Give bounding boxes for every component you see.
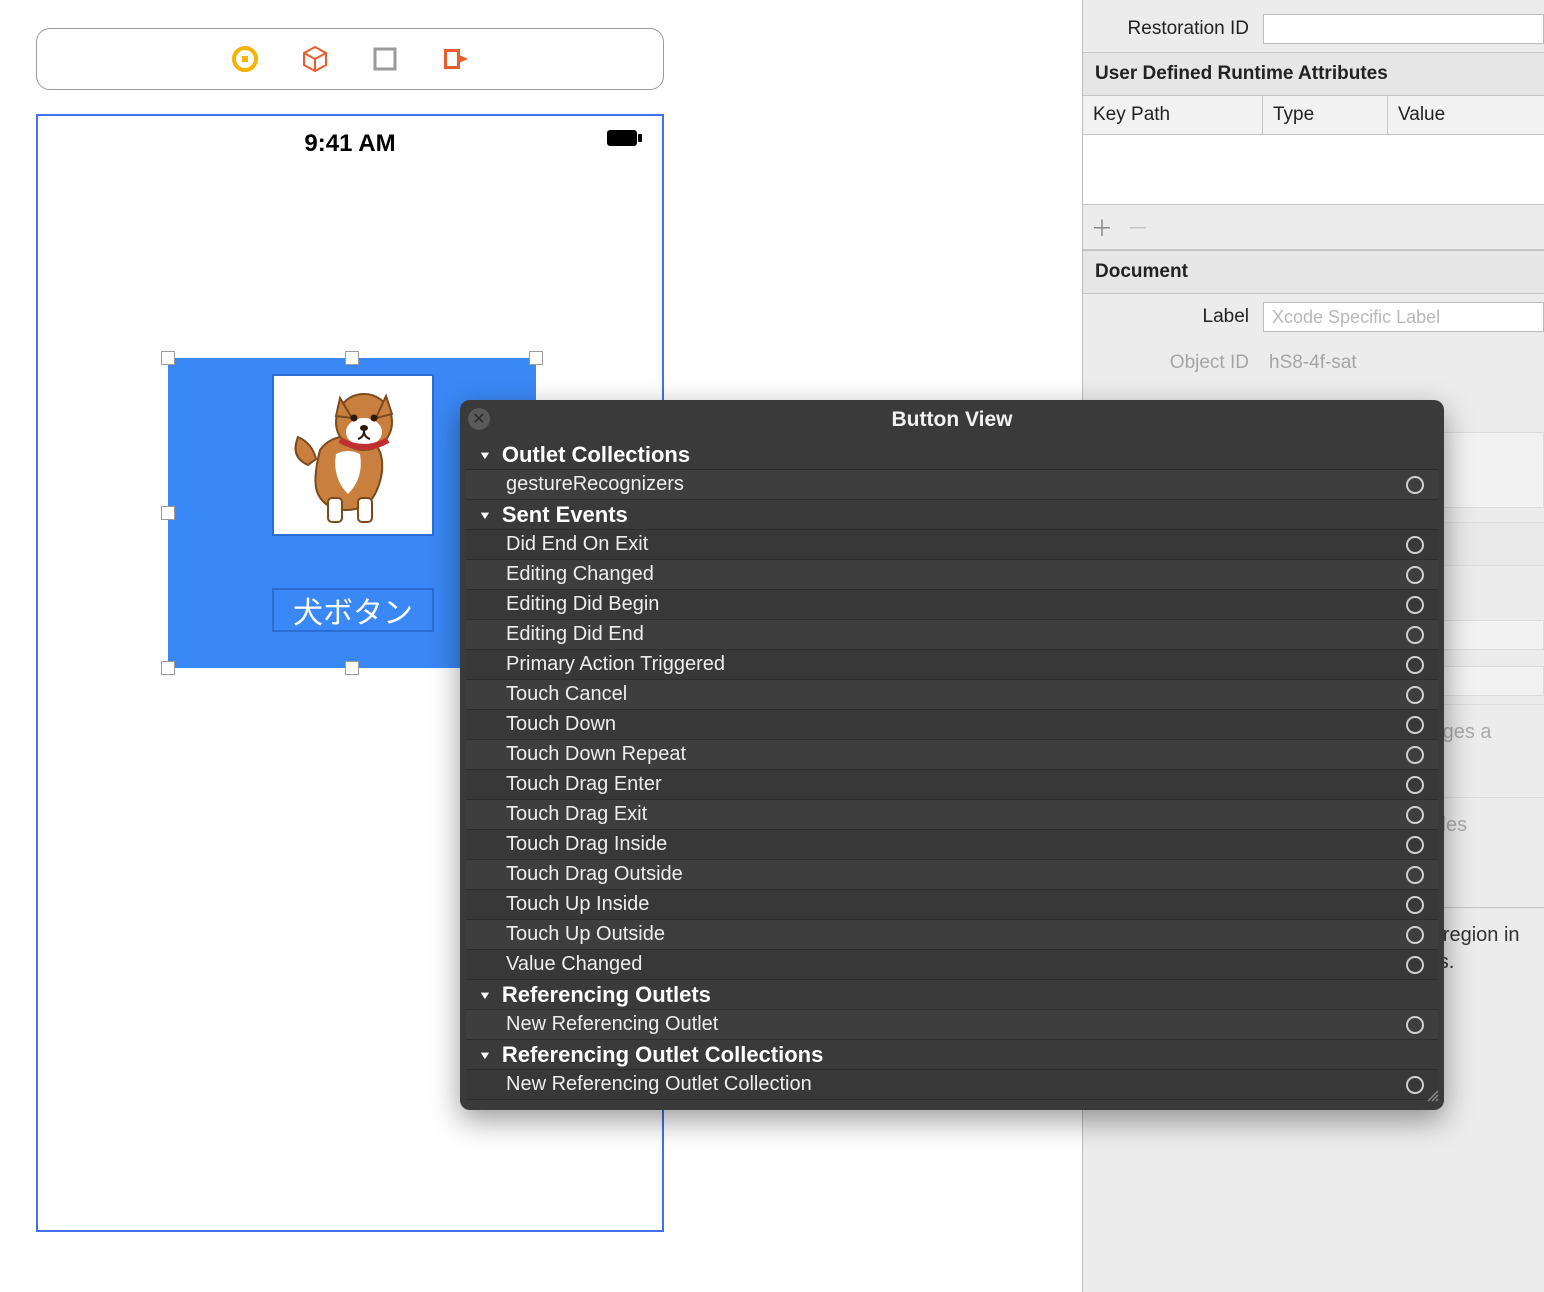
popup-event-label: Value Changed [506,953,642,976]
popup-title: Button View [460,408,1444,432]
popup-event-row[interactable]: Touch Drag Enter [466,770,1438,800]
popup-event-row[interactable]: Touch Drag Outside [466,860,1438,890]
first-responder-icon[interactable] [231,45,259,73]
popup-event-row[interactable]: New Referencing Outlet [466,1010,1438,1040]
popup-event-row[interactable]: Touch Cancel [466,680,1438,710]
restoration-id-input[interactable] [1263,14,1544,44]
popup-event-row[interactable]: Touch Drag Exit [466,800,1438,830]
popup-event-row[interactable]: Touch Up Outside [466,920,1438,950]
popup-section-header[interactable]: ▼ Referencing Outlet Collections [466,1040,1438,1070]
button-image [272,374,434,536]
popup-resize-grip[interactable] [1426,1089,1440,1106]
status-bar: 9:41 AM [38,130,662,158]
popup-event-row[interactable]: Editing Changed [466,560,1438,590]
disclosure-triangle-icon[interactable]: ▼ [478,1048,492,1061]
document-section-title: Document [1083,250,1544,294]
udra-col-type[interactable]: Type [1263,96,1388,134]
popup-section-header[interactable]: ▼ Sent Events [466,500,1438,530]
exit-segue-icon[interactable] [441,45,469,73]
doc-label-input[interactable] [1263,302,1544,332]
battery-icon [606,128,644,153]
popup-event-label: Touch Up Outside [506,923,665,946]
connection-socket-icon[interactable] [1406,776,1424,794]
popup-event-label: Editing Did End [506,623,644,646]
disclosure-triangle-icon[interactable]: ▼ [478,448,492,461]
dog-icon [278,380,428,530]
udra-buttons: ＋ － [1083,205,1544,250]
doc-label-label: Label [1083,306,1263,328]
popup-event-label: Touch Up Inside [506,893,649,916]
connection-socket-icon[interactable] [1406,866,1424,884]
popup-event-row[interactable]: Did End On Exit [466,530,1438,560]
popup-event-row[interactable]: Touch Drag Inside [466,830,1438,860]
disclosure-triangle-icon[interactable]: ▼ [478,508,492,521]
popup-event-row[interactable]: Primary Action Triggered [466,650,1438,680]
popup-section-header[interactable]: ▼ Outlet Collections [466,440,1438,470]
popup-event-label: New Referencing Outlet Collection [506,1073,812,1096]
connection-socket-icon[interactable] [1406,536,1424,554]
connection-socket-icon[interactable] [1406,896,1424,914]
connection-socket-icon[interactable] [1406,926,1424,944]
connection-socket-icon[interactable] [1406,956,1424,974]
popup-section-title: Sent Events [502,502,628,528]
exit-icon-cube[interactable] [301,45,329,73]
udra-col-value[interactable]: Value [1388,96,1544,134]
popup-event-label: Touch Down Repeat [506,743,686,766]
udra-section-title: User Defined Runtime Attributes [1083,52,1544,96]
udra-remove-button[interactable]: － [1127,216,1149,241]
disclosure-triangle-icon[interactable]: ▼ [478,988,492,1001]
connections-popup[interactable]: ✕ Button View ▼Outlet Collectionsgesture… [460,400,1444,1110]
connection-socket-icon[interactable] [1406,836,1424,854]
popup-event-row[interactable]: Editing Did End [466,620,1438,650]
popup-event-label: Primary Action Triggered [506,653,725,676]
popup-event-label: Touch Drag Inside [506,833,667,856]
view-icon[interactable] [371,45,399,73]
popup-event-label: Did End On Exit [506,533,648,556]
udra-table-body[interactable] [1083,135,1544,205]
connection-socket-icon[interactable] [1406,1016,1424,1034]
popup-event-label: Touch Cancel [506,683,627,706]
popup-event-row[interactable]: Touch Up Inside [466,890,1438,920]
object-id-label: Object ID [1083,352,1263,374]
connection-socket-icon[interactable] [1406,806,1424,824]
restoration-id-label: Restoration ID [1083,18,1263,40]
udra-columns: Key Path Type Value [1083,96,1544,135]
popup-section-title: Outlet Collections [502,442,690,468]
object-id-value: hS8-4f-sat [1263,352,1544,374]
popup-event-row[interactable]: Touch Down [466,710,1438,740]
popup-event-row[interactable]: gestureRecognizers [466,470,1438,500]
popup-event-label: Touch Down [506,713,616,736]
popup-event-label: Editing Changed [506,563,654,586]
popup-event-row[interactable]: Value Changed [466,950,1438,980]
connection-socket-icon[interactable] [1406,476,1424,494]
popup-list: ▼ Outlet Collections gestureRecognizers ▼ Se… [466,440,1438,1100]
connection-socket-icon[interactable] [1406,596,1424,614]
popup-event-row[interactable]: New Referencing Outlet Collection [466,1070,1438,1100]
connection-socket-icon[interactable] [1406,746,1424,764]
connection-socket-icon[interactable] [1406,686,1424,704]
popup-section-title: Referencing Outlets [502,982,711,1008]
status-time: 9:41 AM [304,130,395,158]
popup-event-label: Touch Drag Outside [506,863,683,886]
popup-event-label: Touch Drag Enter [506,773,662,796]
popup-section-title: Referencing Outlet Collections [502,1042,824,1068]
popup-event-row[interactable]: Touch Down Repeat [466,740,1438,770]
popup-event-row[interactable]: Editing Did Begin [466,590,1438,620]
connection-socket-icon[interactable] [1406,1076,1424,1094]
connection-socket-icon[interactable] [1406,626,1424,644]
popup-event-label: Editing Did Begin [506,593,659,616]
connection-socket-icon[interactable] [1406,566,1424,584]
popup-event-label: gestureRecognizers [506,473,684,496]
connection-socket-icon[interactable] [1406,656,1424,674]
connection-socket-icon[interactable] [1406,716,1424,734]
button-title-label: 犬ボタン [272,588,434,632]
udra-add-button[interactable]: ＋ [1091,216,1113,241]
scene-toolbar [36,28,664,90]
popup-section-header[interactable]: ▼ Referencing Outlets [466,980,1438,1010]
popup-event-label: New Referencing Outlet [506,1013,718,1036]
popup-event-label: Touch Drag Exit [506,803,647,826]
udra-col-keypath[interactable]: Key Path [1083,96,1263,134]
